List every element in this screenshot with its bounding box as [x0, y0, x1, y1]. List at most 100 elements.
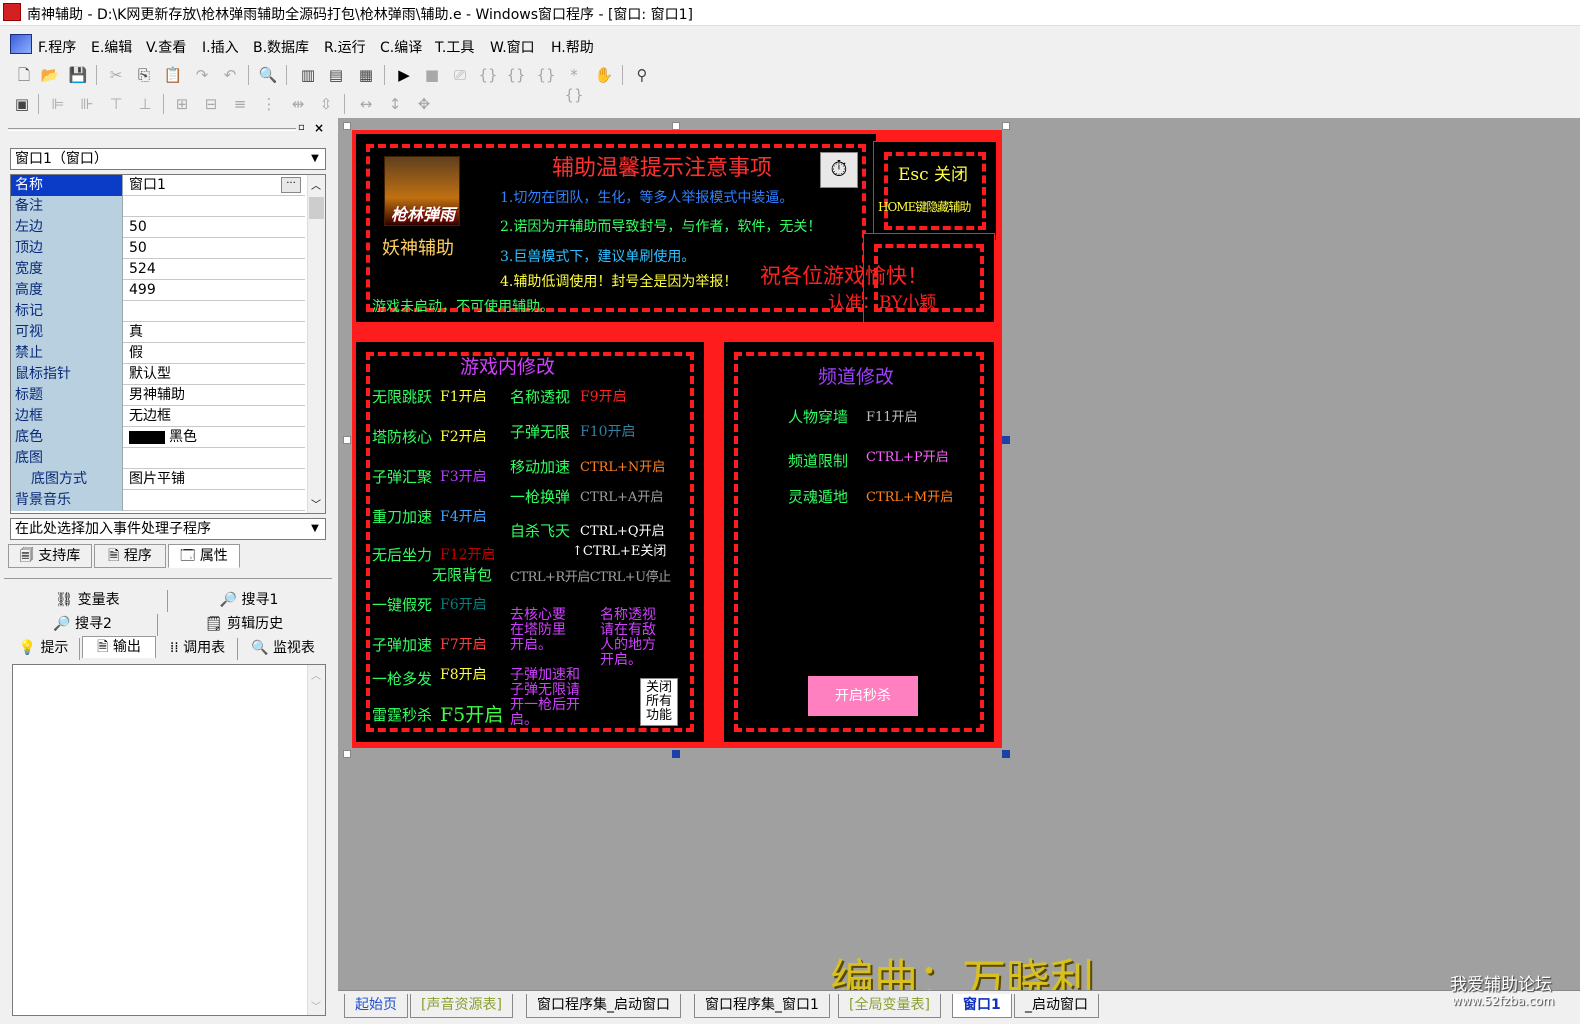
fit-width-icon[interactable]: ↔: [356, 94, 376, 114]
tab-startup-window-code[interactable]: 窗口程序集_启动窗口: [526, 994, 681, 1018]
tab-window1[interactable]: 窗口1: [952, 994, 1012, 1018]
close-all-button[interactable]: 关闭所有功能: [640, 678, 678, 726]
menu-help[interactable]: H.帮助: [551, 37, 594, 57]
prop-name[interactable]: 顶边: [11, 238, 123, 259]
align-bottom-icon[interactable]: ⊥: [135, 94, 155, 114]
resize-handle[interactable]: [1002, 750, 1010, 758]
channel-label[interactable]: 人物穿墙: [788, 406, 848, 427]
scroll-down-icon[interactable]: ﹀: [311, 496, 321, 511]
close-icon[interactable]: ×: [314, 122, 326, 134]
prop-name[interactable]: 标题: [11, 385, 123, 406]
paste-icon[interactable]: 📋: [163, 65, 183, 85]
scroll-down-icon[interactable]: ﹀: [311, 998, 321, 1013]
hack-label[interactable]: 一键假死: [372, 594, 432, 615]
hack-label[interactable]: 雷霆秒杀: [372, 704, 432, 725]
tab-output[interactable]: 🗎 输出: [82, 636, 156, 658]
undo-icon[interactable]: ↶: [220, 65, 240, 85]
tab-global-variables[interactable]: [全局变量表]: [838, 994, 941, 1018]
hack-label[interactable]: 塔防核心: [372, 426, 432, 447]
same-width-icon[interactable]: ⋮: [259, 94, 279, 114]
copy-icon[interactable]: ⎘: [134, 65, 154, 85]
new-file-icon[interactable]: 🗋: [14, 65, 34, 85]
resize-handle[interactable]: [1002, 122, 1010, 130]
prop-name[interactable]: 边框: [11, 406, 123, 427]
run-to-cursor-icon[interactable]: *{}: [564, 65, 584, 104]
prop-value[interactable]: 50: [125, 217, 303, 238]
run-icon[interactable]: ▶: [394, 65, 414, 85]
form-icon[interactable]: ▣: [12, 94, 32, 114]
align-left-icon[interactable]: ⊫: [48, 94, 68, 114]
prop-name[interactable]: 宽度: [11, 259, 123, 280]
property-scrollbar[interactable]: ︿ ﹀: [307, 175, 325, 513]
menu-run[interactable]: R.运行: [324, 37, 366, 57]
hack-label[interactable]: 自杀飞天: [510, 520, 570, 541]
resize-handle[interactable]: [343, 750, 351, 758]
prop-name[interactable]: 名称: [11, 175, 123, 196]
tab-clip-history[interactable]: 🗒 剪辑历史: [162, 614, 326, 636]
tab-hints[interactable]: 💡 提示: [8, 638, 80, 660]
center-v-icon[interactable]: ⊟: [201, 94, 221, 114]
fit-size-icon[interactable]: ✥: [414, 94, 434, 114]
menu-window[interactable]: W.窗口: [490, 37, 535, 57]
tab-window1-code[interactable]: 窗口程序集_窗口1: [694, 994, 830, 1018]
prop-value[interactable]: [125, 301, 303, 322]
output-area[interactable]: ︿ ﹀: [12, 664, 326, 1016]
debug-icon[interactable]: ⎚: [450, 65, 470, 85]
prop-name[interactable]: 底图: [11, 448, 123, 469]
prop-name[interactable]: 禁止: [11, 343, 123, 364]
align-top-icon[interactable]: ⊤: [106, 94, 126, 114]
designed-window[interactable]: 枪林弹雨 妖神辅助 辅助温馨提示注意事项 ⏱ 1.切勿在团队，生化，等多人举报模…: [352, 130, 1002, 748]
prop-name[interactable]: 底图方式: [11, 469, 123, 490]
tab-properties[interactable]: 🗔 属性: [168, 544, 240, 568]
timer-icon[interactable]: ⏱: [820, 152, 858, 188]
prop-value[interactable]: 真: [125, 322, 303, 343]
prop-value[interactable]: 50: [125, 238, 303, 259]
menu-edit[interactable]: E.编辑: [91, 37, 132, 57]
tab-search2[interactable]: 🔎 搜寻2: [8, 614, 158, 636]
prop-value[interactable]: [125, 490, 303, 511]
prop-name[interactable]: 备注: [11, 196, 123, 217]
hack-label[interactable]: 子弹加速: [372, 634, 432, 655]
object-selector[interactable]: 窗口1（窗口） ▼: [10, 148, 326, 170]
hack-label[interactable]: 重刀加速: [372, 506, 432, 527]
hack-label[interactable]: 无限背包: [432, 564, 492, 585]
layout-grid-icon[interactable]: ▦: [356, 65, 376, 85]
ide-icon[interactable]: [10, 34, 32, 54]
esc-close-label[interactable]: Esc 关闭: [898, 160, 968, 185]
tab-program[interactable]: 🗎 程序: [94, 544, 166, 568]
prop-value[interactable]: 假: [125, 343, 303, 364]
prop-value[interactable]: 默认型: [125, 364, 303, 385]
prop-value[interactable]: 无边框: [125, 406, 303, 427]
menu-insert[interactable]: I.插入: [202, 37, 239, 57]
chevron-down-icon[interactable]: ▼: [307, 151, 323, 167]
scroll-up-icon[interactable]: ︿: [311, 177, 321, 192]
menu-program[interactable]: F.程序: [38, 37, 76, 57]
event-selector[interactable]: 在此处选择加入事件处理子程序 ▼: [10, 518, 326, 540]
save-icon[interactable]: 💾: [68, 65, 88, 85]
menu-tools[interactable]: T.工具: [435, 37, 474, 57]
tab-search1[interactable]: 🔎 搜寻1: [172, 590, 326, 612]
channel-label[interactable]: 频道限制: [788, 450, 848, 471]
hack-label[interactable]: 子弹无限: [510, 421, 570, 442]
stop-icon[interactable]: ■: [422, 65, 442, 85]
align-right-icon[interactable]: ⊪: [77, 94, 97, 114]
hack-label[interactable]: 一枪换弹: [510, 486, 570, 507]
prop-name[interactable]: 背景音乐: [11, 490, 123, 511]
menu-compile[interactable]: C.编译: [380, 37, 422, 57]
binoculars-icon[interactable]: ⚲: [632, 65, 652, 85]
prop-value[interactable]: 524: [125, 259, 303, 280]
channel-label[interactable]: 灵魂遁地: [788, 486, 848, 507]
tab-call-table[interactable]: ⁞⁞ 调用表: [158, 638, 238, 660]
menu-database[interactable]: B.数据库: [253, 37, 309, 57]
space-v-icon[interactable]: ⇳: [316, 94, 336, 114]
prop-name[interactable]: 底色: [11, 427, 123, 448]
menu-view[interactable]: V.查看: [146, 37, 186, 57]
ellipsis-button[interactable]: ···: [281, 177, 301, 193]
hack-label[interactable]: 移动加速: [510, 456, 570, 477]
open-folder-icon[interactable]: 📂: [40, 65, 60, 85]
tab-variables[interactable]: ⛓ 变量表: [8, 590, 168, 612]
hand-icon[interactable]: ✋: [594, 65, 614, 85]
hack-label[interactable]: 一枪多发: [372, 668, 432, 689]
prop-value[interactable]: 图片平铺: [125, 469, 303, 490]
tab-startup-window[interactable]: _启动窗口: [1014, 994, 1099, 1018]
